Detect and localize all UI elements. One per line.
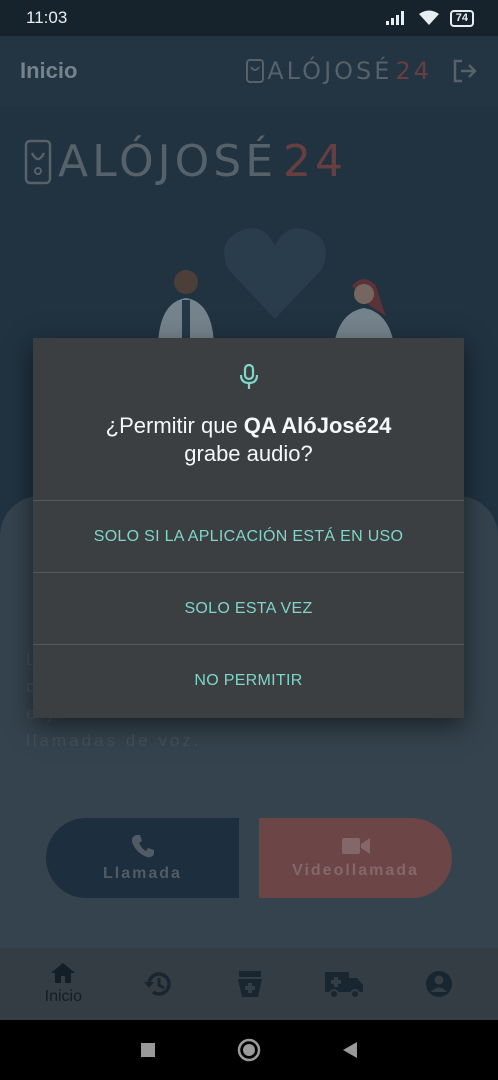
status-time: 11:03: [26, 8, 68, 27]
system-nav-bar: [0, 1020, 498, 1080]
status-icons: 74: [385, 9, 474, 27]
allow-once-button[interactable]: SOLO ESTA VEZ: [33, 572, 464, 644]
dialog-app-name: QA AlóJosé24: [243, 413, 392, 438]
signal-icon: [385, 11, 404, 25]
deny-button[interactable]: NO PERMITIR: [33, 644, 464, 716]
dialog-header: ¿Permitir que QA AlóJosé24 grabe audio?: [33, 338, 464, 500]
dialog-title-prefix: ¿Permitir que: [105, 413, 244, 438]
permission-dialog: ¿Permitir que QA AlóJosé24 grabe audio? …: [33, 338, 464, 718]
allow-while-using-button[interactable]: SOLO SI LA APLICACIÓN ESTÁ EN USO: [33, 500, 464, 572]
microphone-icon: [239, 364, 258, 389]
back-icon[interactable]: [342, 1041, 358, 1059]
home-circle-icon[interactable]: [237, 1038, 261, 1062]
wifi-icon: [418, 10, 439, 25]
status-bar: 11:03 74: [0, 0, 498, 36]
dialog-title-suffix: grabe audio?: [184, 441, 313, 466]
battery-indicator: 74: [449, 9, 474, 27]
recents-icon[interactable]: [140, 1042, 156, 1058]
dialog-title: ¿Permitir que QA AlóJosé24 grabe audio?: [69, 412, 429, 468]
